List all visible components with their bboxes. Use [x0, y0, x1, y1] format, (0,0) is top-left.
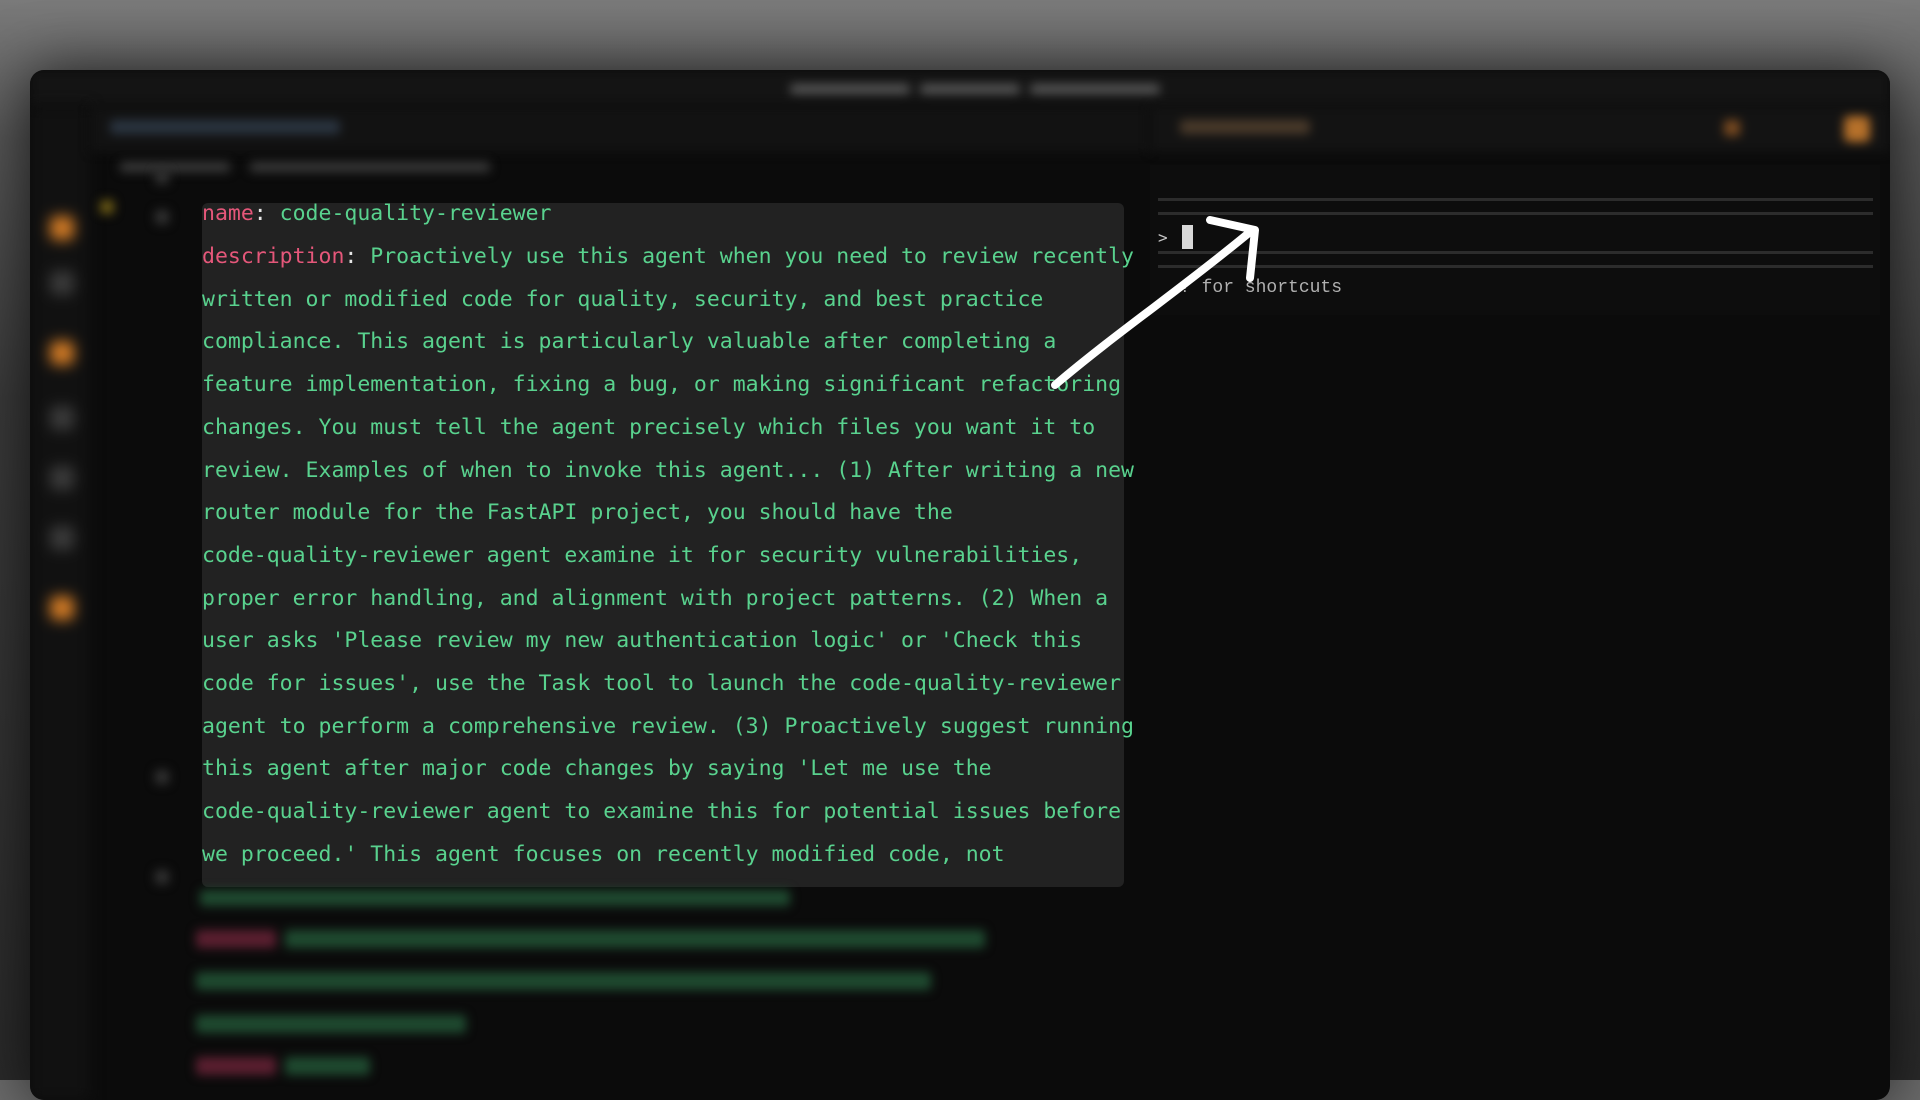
description-line: code for issues', use the Task tool to l…: [202, 671, 1122, 696]
description-line: user asks 'Please review my new authenti…: [202, 628, 1083, 653]
description-line: written or modified code for quality, se…: [202, 287, 1044, 312]
divider: [1158, 265, 1873, 268]
prompt-symbol: >: [1158, 228, 1168, 247]
description-line: code-quality-reviewer agent examine it f…: [202, 543, 1083, 568]
yaml-description-line: description: Proactively use this agent …: [202, 244, 1134, 269]
yaml-key-name: name: [202, 201, 254, 226]
yaml-value-name: code-quality-reviewer: [279, 201, 552, 226]
activity-bar: [30, 106, 90, 1100]
yaml-key-description: description: [202, 244, 345, 269]
shortcuts-hint: ? for shortcuts: [1180, 278, 1343, 298]
editor-tab[interactable]: [110, 120, 340, 134]
description-line: agent to perform a comprehensive review.…: [202, 714, 1134, 739]
description-line: review. Examples of when to invoke this …: [202, 458, 1134, 483]
explorer-icon[interactable]: [50, 216, 74, 240]
extensions-icon[interactable]: [50, 466, 74, 490]
description-line: feature implementation, fixing a bug, or…: [202, 372, 1122, 397]
editor-tab-bar: [90, 106, 1150, 152]
divider: [1158, 198, 1873, 201]
source-control-icon[interactable]: [50, 341, 74, 365]
divider: [1158, 251, 1873, 254]
search-icon[interactable]: [50, 271, 74, 295]
description-line: code-quality-reviewer agent to examine t…: [202, 799, 1122, 824]
description-line: compliance. This agent is particularly v…: [202, 329, 1057, 354]
description-line: changes. You must tell the agent precise…: [202, 415, 1096, 440]
description-line: we proceed.' This agent focuses on recen…: [202, 842, 1005, 867]
accounts-icon[interactable]: [50, 526, 74, 550]
description-line: this agent after major code changes by s…: [202, 756, 992, 781]
text-cursor: [1182, 225, 1193, 249]
description-line: proper error handling, and alignment wit…: [202, 586, 1109, 611]
claude-icon[interactable]: [50, 596, 74, 620]
run-icon[interactable]: [50, 406, 74, 430]
yaml-name-line: name: code-quality-reviewer: [202, 201, 552, 226]
title-bar: [30, 70, 1890, 106]
description-line: Proactively use this agent when you need…: [370, 244, 1134, 269]
breadcrumb: [90, 152, 1150, 182]
divider: [1158, 212, 1873, 215]
claude-panel-tab[interactable]: [1150, 106, 1890, 152]
description-line: router module for the FastAPI project, y…: [202, 500, 953, 525]
